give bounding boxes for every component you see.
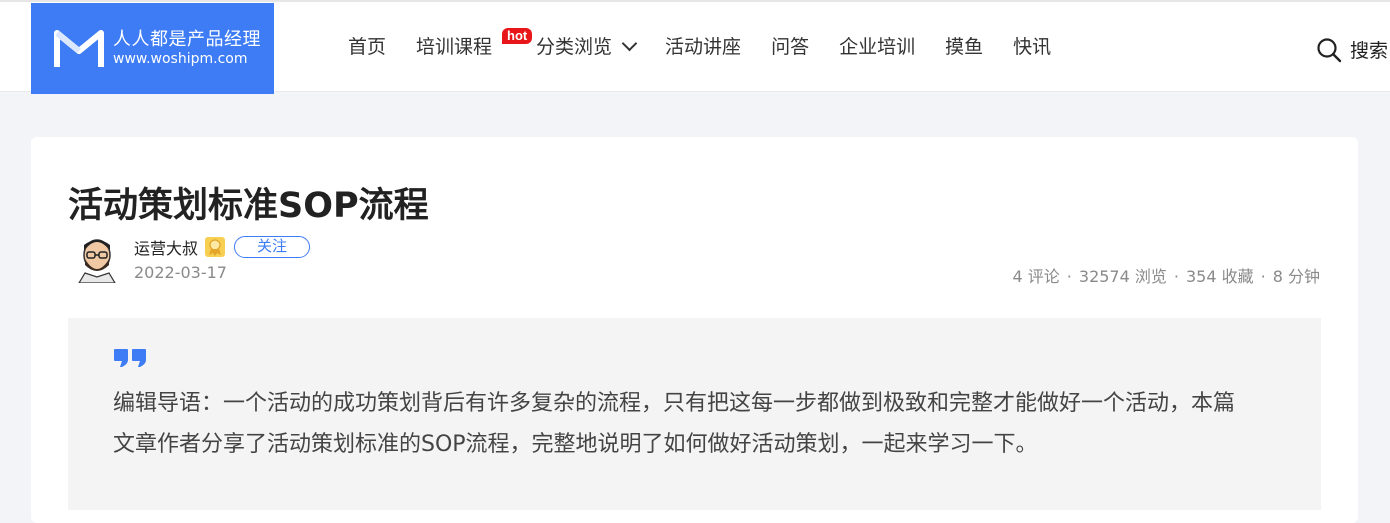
quote-icon — [114, 349, 146, 367]
nav-categories[interactable]: 分类浏览 — [536, 32, 638, 59]
chevron-down-icon — [621, 35, 638, 52]
author-name[interactable]: 运营大叔 — [134, 235, 198, 259]
read-time: 8 分钟 — [1272, 267, 1320, 286]
view-count: 32574 浏览 — [1078, 267, 1167, 286]
nav-courses[interactable]: 培训课程 hot — [416, 28, 533, 59]
hot-badge: hot — [502, 28, 533, 44]
site-logo[interactable]: 人人都是产品经理 www.woshipm.com — [31, 3, 274, 94]
nav-categories-label: 分类浏览 — [536, 36, 613, 58]
nav-courses-label: 培训课程 — [416, 36, 493, 58]
separator-dot: · — [1066, 267, 1072, 286]
author-info: 运营大叔 关注 — [134, 235, 311, 259]
comment-count[interactable]: 4 评论 — [1013, 267, 1060, 286]
medal-badge-icon — [205, 237, 226, 257]
editor-intro-text: 编辑导语：一个活动的成功策划背后有许多复杂的流程，只有把这每一步都做到极致和完整… — [113, 391, 1236, 457]
top-navbar: 人人都是产品经理 www.woshipm.com 首页 培训课程 hot 分类浏… — [0, 0, 1390, 94]
separator-dot: · — [1173, 267, 1179, 286]
logo-name: 人人都是产品经理 — [113, 29, 261, 51]
nav-home[interactable]: 首页 — [348, 32, 386, 59]
editor-intro-box: 编辑导语：一个活动的成功策划背后有许多复杂的流程，只有把这每一步都做到极致和完整… — [68, 318, 1321, 510]
logo-domain: www.woshipm.com — [113, 50, 248, 67]
publish-date: 2022-03-17 — [134, 263, 227, 282]
follow-button[interactable]: 关注 — [234, 236, 311, 258]
nav-qa[interactable]: 问答 — [771, 32, 809, 59]
logo-m-icon — [54, 29, 104, 67]
search-label: 搜索 — [1350, 40, 1389, 62]
search-icon — [1317, 37, 1342, 62]
nav-enterprise-training[interactable]: 企业培训 — [839, 32, 915, 59]
author-avatar[interactable] — [75, 235, 119, 283]
separator-dot: · — [1260, 267, 1266, 286]
article-title: 活动策划标准SOP流程 — [68, 186, 429, 226]
main-nav: 首页 培训课程 hot 分类浏览 活动讲座 问答 企业培训 摸鱼 快讯 — [348, 28, 1081, 59]
article-card: 活动策划标准SOP流程 运营大叔 关注 2022-03-17 4 评论 · 3257… — [31, 137, 1358, 523]
article-stats: 4 评论 · 32574 浏览 · 354 收藏 · 8 分钟 — [1013, 263, 1320, 287]
nav-events[interactable]: 活动讲座 — [665, 32, 741, 59]
favorite-count: 354 收藏 — [1185, 267, 1254, 286]
nav-moyu[interactable]: 摸鱼 — [945, 32, 983, 59]
search-button[interactable]: 搜索 — [1316, 36, 1388, 63]
nav-news-flash[interactable]: 快讯 — [1013, 32, 1051, 59]
